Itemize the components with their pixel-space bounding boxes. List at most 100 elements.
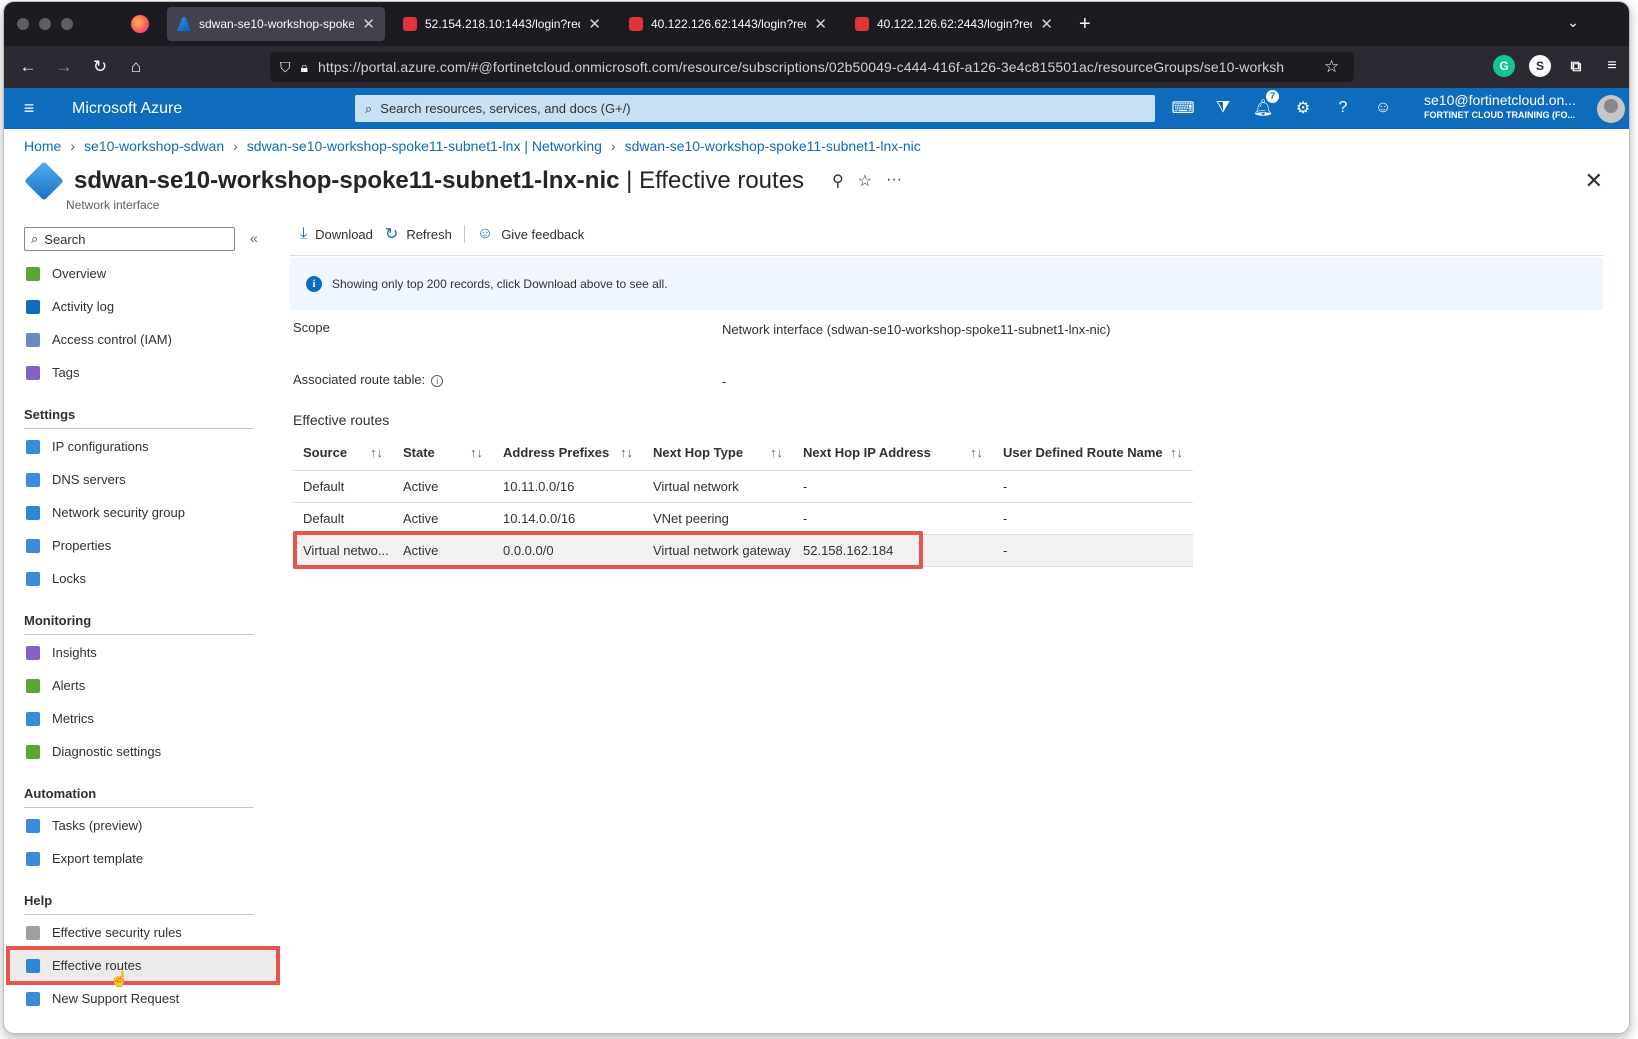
title-separator: | <box>619 167 640 194</box>
sidebar-item-insights[interactable]: Insights <box>24 636 254 669</box>
azure-top-bar: ≡ Microsoft Azure ⌕ Search resources, se… <box>4 88 1629 129</box>
column-header-state[interactable]: State ↑↓ <box>393 436 493 471</box>
sidebar-item-effective-routes[interactable]: Effective routes <box>6 946 280 985</box>
tag-icon <box>26 365 40 380</box>
directory-filter-icon[interactable]: ⧩ <box>1211 96 1235 120</box>
table-cell: Virtual network gateway <box>643 534 793 567</box>
close-tab-icon[interactable]: ✕ <box>1040 15 1053 33</box>
close-tab-icon[interactable]: ✕ <box>814 15 827 33</box>
info-icon[interactable]: i <box>431 375 444 387</box>
info-icon: i <box>306 276 322 292</box>
effective-routes-table: Source ↑↓ State ↑↓ Address Prefixes ↑↓ Next… <box>293 436 1193 567</box>
home-icon[interactable]: ⌂ <box>118 57 154 77</box>
browser-tab[interactable]: 40.122.126.62:2443/login?redir ✕ <box>845 7 1063 41</box>
sort-icon[interactable]: ↑↓ <box>370 445 383 460</box>
sidebar-item-export-template[interactable]: Export template <box>24 842 254 875</box>
notifications-icon[interactable]: 🔔︎ 7 <box>1251 90 1279 120</box>
sidebar-item-network-security-group[interactable]: Network security group <box>24 496 254 529</box>
close-window-button[interactable] <box>17 18 29 30</box>
table-row[interactable]: Virtual netwo... Active 0.0.0.0/0 Virtual n… <box>293 534 1193 567</box>
activity-log-icon <box>26 299 40 314</box>
new-tab-icon[interactable]: + <box>1079 13 1091 36</box>
feedback-icon[interactable]: ☺ <box>1371 96 1395 120</box>
download-button[interactable]: ⤓ Download <box>300 225 373 243</box>
column-header-next-hop-ip[interactable]: Next Hop IP Address ↑↓ <box>793 436 993 471</box>
browser-extensions: G S ⧉ ≡ <box>1493 55 1623 77</box>
table-row[interactable]: Default Active 10.11.0.0/16 Virtual network… <box>293 470 1193 503</box>
profile-s-icon[interactable]: S <box>1529 55 1551 77</box>
url-bar[interactable]: ⛉ 🔒︎ https://portal.azure.com/#@fortinet… <box>270 52 1354 82</box>
refresh-button[interactable]: ↻ Refresh <box>385 224 452 244</box>
sidebar-item-activity-log[interactable]: Activity log <box>24 290 254 323</box>
lock-icon[interactable]: 🔒︎ <box>301 59 308 76</box>
maximize-window-button[interactable] <box>61 18 73 30</box>
shield-icon[interactable]: ⛉ <box>280 59 291 76</box>
browser-tab[interactable]: sdwan-se10-workshop-spoke11 ✕ <box>167 7 385 41</box>
bookmark-star-icon[interactable]: ☆ <box>1324 57 1354 77</box>
sidebar-item-tags[interactable]: Tags <box>24 356 254 389</box>
network-interface-icon <box>24 161 64 201</box>
close-tab-icon[interactable]: ✕ <box>588 15 601 33</box>
sort-icon[interactable]: ↑↓ <box>620 445 633 460</box>
close-tab-icon[interactable]: ✕ <box>362 15 375 33</box>
column-header-udr-name[interactable]: User Defined Route Name ↑↓ <box>993 436 1193 471</box>
table-row[interactable]: Default Active 10.14.0.0/16 VNet peering - - <box>293 502 1193 535</box>
ip-config-icon <box>26 439 40 454</box>
table-cell: 52.158.162.184 <box>793 534 993 567</box>
sidebar-item-dns-servers[interactable]: DNS servers <box>24 463 254 496</box>
breadcrumb-vm-networking[interactable]: sdwan-se10-workshop-spoke11-subnet1-lnx … <box>247 138 602 154</box>
collapse-menu-icon[interactable]: « <box>250 230 258 246</box>
cloud-shell-icon[interactable]: ⌨ <box>1171 96 1195 120</box>
fortinet-favicon-icon <box>855 17 869 31</box>
give-feedback-button[interactable]: ☺ Give feedback <box>477 225 584 243</box>
browser-tab[interactable]: 40.122.126.62:1443/login?redir ✕ <box>619 7 837 41</box>
chevron-down-icon[interactable]: ⌄ <box>1567 14 1579 31</box>
extensions-icon[interactable]: ⧉ <box>1565 55 1587 77</box>
favorite-star-icon[interactable]: ☆ <box>858 171 872 191</box>
sidebar-item-access-control-iam[interactable]: Access control (IAM) <box>24 323 254 356</box>
column-header-address-prefixes[interactable]: Address Prefixes ↑↓ <box>493 436 643 471</box>
avatar[interactable] <box>1597 95 1625 123</box>
sidebar-item-effective-security-rules[interactable]: Effective security rules <box>24 916 254 949</box>
sidebar-item-ip-configurations[interactable]: IP configurations <box>24 430 254 463</box>
close-blade-icon[interactable]: ✕ <box>1585 168 1603 194</box>
more-options-icon[interactable]: ··· <box>886 171 902 191</box>
sidebar-item-tasks-preview[interactable]: Tasks (preview) <box>24 809 254 842</box>
sidebar-item-metrics[interactable]: Metrics <box>24 702 254 735</box>
sort-icon[interactable]: ↑↓ <box>970 445 983 460</box>
minimize-window-button[interactable] <box>39 18 51 30</box>
portal-menu-icon[interactable]: ≡ <box>4 98 54 119</box>
sidebar-item-alerts[interactable]: Alerts <box>24 669 254 702</box>
column-header-next-hop-type[interactable]: Next Hop Type ↑↓ <box>643 436 793 471</box>
settings-gear-icon[interactable]: ⚙ <box>1291 96 1315 120</box>
help-icon[interactable]: ? <box>1331 96 1355 120</box>
account-menu[interactable]: se10@fortinetcloud.on... FORTINET CLOUD … <box>1424 92 1576 120</box>
sort-icon[interactable]: ↑↓ <box>1170 445 1183 460</box>
breadcrumb-resource-group[interactable]: se10-workshop-sdwan <box>84 138 224 154</box>
sidebar-item-label: Network security group <box>52 505 185 520</box>
sidebar-item-diagnostic-settings[interactable]: Diagnostic settings <box>24 735 254 768</box>
pin-icon[interactable]: ⚲ <box>832 171 844 191</box>
breadcrumb-home[interactable]: Home <box>24 138 61 154</box>
breadcrumb-nic[interactable]: sdwan-se10-workshop-spoke11-subnet1-lnx-… <box>625 138 921 154</box>
feedback-icon: ☺ <box>476 225 494 242</box>
url-text[interactable]: https://portal.azure.com/#@fortinetcloud… <box>318 59 1314 75</box>
back-icon[interactable]: ← <box>10 57 46 77</box>
menu-icon[interactable]: ≡ <box>1601 55 1623 77</box>
menu-search-input[interactable]: ⌕ Search <box>24 227 235 251</box>
download-label: Download <box>315 226 373 242</box>
reload-icon[interactable]: ↻ <box>82 57 118 77</box>
grammarly-icon[interactable]: G <box>1493 55 1515 77</box>
forward-icon[interactable]: → <box>46 57 82 77</box>
sort-icon[interactable]: ↑↓ <box>770 445 783 460</box>
sidebar-item-locks[interactable]: Locks <box>24 562 254 595</box>
sidebar-item-overview[interactable]: Overview <box>24 257 254 290</box>
column-header-source[interactable]: Source ↑↓ <box>293 436 393 471</box>
azure-brand[interactable]: Microsoft Azure <box>72 100 362 118</box>
sort-icon[interactable]: ↑↓ <box>470 445 483 460</box>
sidebar-item-new-support-request[interactable]: New Support Request <box>24 982 254 1015</box>
iam-icon <box>26 332 40 347</box>
global-search-input[interactable]: ⌕ Search resources, services, and docs (… <box>355 95 1155 122</box>
browser-tab[interactable]: 52.154.218.10:1443/login?redir ✕ <box>393 7 611 41</box>
sidebar-item-properties[interactable]: Properties <box>24 529 254 562</box>
